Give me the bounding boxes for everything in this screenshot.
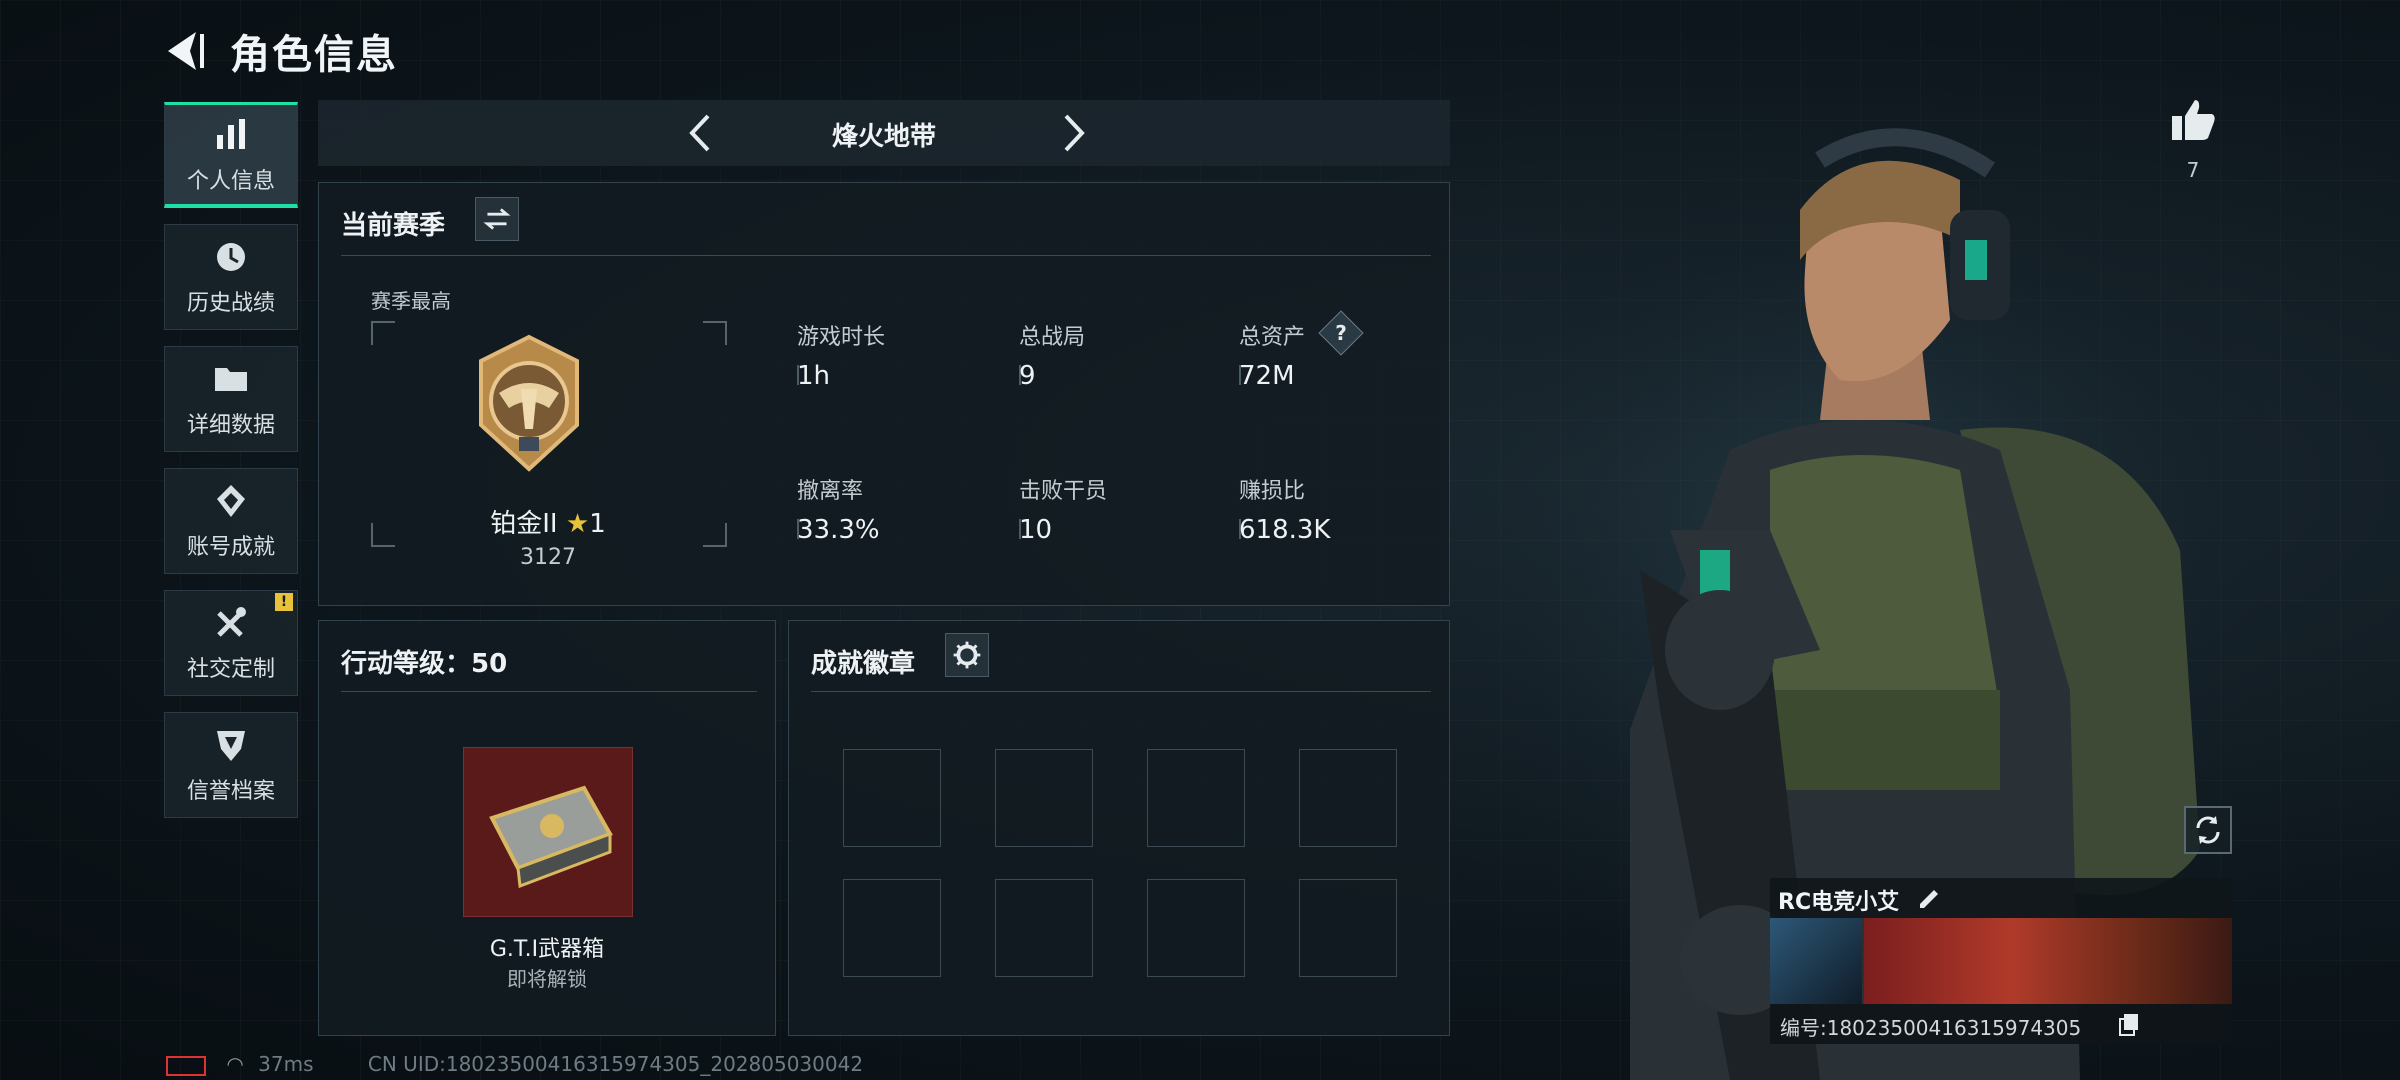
sidebar-item-label: 个人信息 — [186, 168, 275, 194]
status-bar: ◠ 37ms CN UID:18023500416315974305_20280… — [166, 1052, 863, 1076]
avatar[interactable] — [1770, 918, 1862, 1004]
swap-icon[interactable] — [475, 197, 519, 241]
copy-icon[interactable] — [2118, 1012, 2140, 1036]
shield-icon — [217, 731, 245, 761]
profile-id-bar: 编号:18023500416315974305 — [1770, 1004, 2232, 1044]
wifi-icon: ◠ — [226, 1052, 244, 1076]
sidebar-item-label: 历史战绩 — [186, 291, 275, 316]
thumbs-up-icon[interactable] — [2168, 96, 2218, 146]
rotate-icon[interactable] — [2184, 806, 2232, 854]
page-title: 角色信息 — [230, 32, 398, 78]
badge-slot[interactable] — [995, 879, 1093, 977]
reward-status: 即将解锁 — [507, 967, 587, 991]
rank-line: 铂金II ★1 — [371, 503, 725, 540]
season-title: 当前赛季 — [341, 211, 446, 241]
badge-slot[interactable] — [1299, 749, 1397, 847]
badge-slot[interactable] — [843, 749, 941, 847]
uid-text: CN UID:18023500416315974305_202805030042 — [367, 1052, 864, 1076]
achievements-title: 成就徽章 — [811, 649, 916, 679]
stat-value-assets: 72M — [1239, 361, 1295, 391]
reward-item-card[interactable] — [463, 747, 633, 917]
edit-icon[interactable] — [1916, 884, 1942, 910]
mode-selector: 烽火地带 — [318, 100, 1450, 166]
sidebar-item-history[interactable]: 历史战绩 — [164, 224, 298, 330]
sidebar-item-label: 信誉档案 — [186, 779, 275, 804]
tools-icon — [217, 607, 246, 637]
stat-label-matches: 总战局 — [1019, 325, 1086, 350]
stat-value-matches: 9 — [1019, 361, 1036, 391]
achievements-panel: 成就徽章 — [788, 620, 1450, 1036]
badge-slot[interactable] — [843, 879, 941, 977]
achievement-icon — [217, 485, 245, 517]
stat-label-extract-rate: 撤离率 — [797, 479, 864, 504]
folder-icon — [215, 368, 247, 391]
rank-points: 3127 — [520, 545, 576, 570]
star-icon: ★ — [565, 509, 590, 539]
sidebar-item-label: 详细数据 — [186, 413, 275, 438]
season-best-label: 赛季最高 — [371, 289, 451, 313]
weapon-case-icon — [489, 785, 613, 889]
level-panel: 行动等级：50 G.T.I武器箱 即将解锁 — [318, 620, 776, 1036]
rank-stars: 1 — [589, 509, 606, 539]
stat-label-playtime: 游戏时长 — [797, 325, 886, 350]
sidebar-item-detailed-data[interactable]: 详细数据 — [164, 346, 298, 452]
badge-slot[interactable] — [1147, 749, 1245, 847]
profile-banner[interactable] — [1864, 918, 2232, 1004]
stat-value-profit-ratio: 618.3K — [1239, 515, 1331, 545]
sidebar-item-reputation[interactable]: 信誉档案 — [164, 712, 298, 818]
mode-label: 烽火地带 — [831, 122, 936, 152]
badge-slot[interactable] — [1147, 879, 1245, 977]
sidebar-item-label: 账号成就 — [186, 535, 275, 560]
stat-label-assets: 总资产 — [1239, 325, 1306, 350]
profile-name-bar: RC电竞小艾 — [1770, 878, 2232, 918]
back-arrow-icon[interactable] — [160, 26, 210, 76]
stat-value-playtime: 1h — [797, 361, 831, 391]
sidebar-item-personal-info[interactable]: 个人信息 — [164, 102, 298, 208]
stat-label-kills: 击败干员 — [1019, 479, 1108, 504]
sidebar-item-social[interactable]: 社交定制 ! — [164, 590, 298, 696]
reward-name: G.T.I武器箱 — [489, 937, 605, 962]
like-count: 7 — [2186, 158, 2200, 182]
rank-emblem-icon — [479, 334, 579, 472]
bar-chart-icon — [217, 118, 245, 149]
season-panel: 当前赛季 赛季最高 铂金II ★1 3127 游戏时长 1h 总战局 9 总资产… — [318, 182, 1450, 606]
stat-value-extract-rate: 33.3% — [797, 515, 880, 545]
player-id: 编号:18023500416315974305 — [1780, 1016, 2082, 1040]
sidebar-item-achievements[interactable]: 账号成就 — [164, 468, 298, 574]
sidebar-item-label: 社交定制 — [186, 657, 275, 682]
badge-slot[interactable] — [1299, 879, 1397, 977]
ping-value: 37ms — [258, 1052, 314, 1076]
chevron-right-icon[interactable] — [1050, 110, 1096, 156]
clock-icon — [217, 243, 245, 271]
rank-name: 铂金II — [490, 509, 558, 539]
player-name: RC电竞小艾 — [1778, 890, 1900, 915]
stat-label-profit-ratio: 赚损比 — [1239, 479, 1306, 504]
stat-value-kills: 10 — [1019, 515, 1053, 545]
battery-icon — [166, 1055, 206, 1076]
notification-badge: ! — [275, 593, 293, 611]
gear-icon[interactable] — [945, 633, 989, 677]
badge-slot[interactable] — [995, 749, 1093, 847]
level-title: 行动等级：50 — [341, 649, 508, 679]
